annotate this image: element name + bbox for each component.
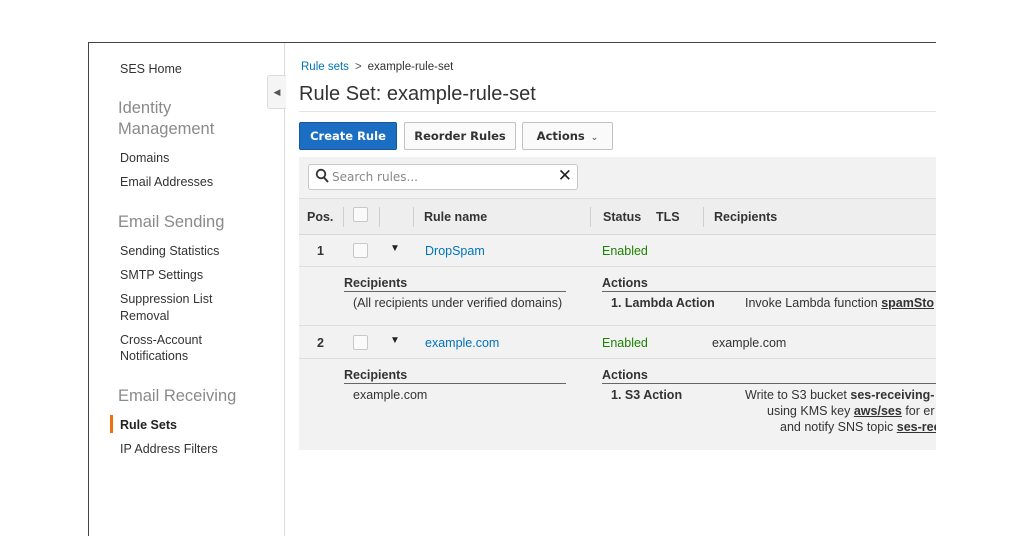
sidebar-heading-identity: Identity [118,99,172,117]
breadcrumb: Rule sets > example-rule-set [301,61,453,73]
action-text: Write to S3 bucket [745,388,847,402]
table-row[interactable]: 1 ▼ DropSpam Enabled [299,235,936,267]
search-input[interactable] [332,168,547,186]
recipients-heading: Recipients [344,276,566,292]
row-checkbox[interactable] [353,335,368,350]
action-line-1: Write to S3 bucket ses-receiving- [745,388,934,402]
expand-caret-icon[interactable]: ▼ [390,243,400,254]
recipients-summary: example.com [712,336,787,350]
create-rule-button[interactable]: Create Rule [299,122,397,150]
chevron-left-icon: ◀ [273,87,281,97]
page-title: Rule Set: example-rule-set [299,83,536,105]
column-tls[interactable]: TLS [656,210,680,224]
sidebar-item-email-addresses[interactable]: Email Addresses [120,174,213,190]
rule-detail: Recipients example.com Actions 1. S3 Act… [299,359,936,450]
s3-bucket-link[interactable]: ses-receiving- [850,388,934,402]
actions-label: Actions [536,129,585,143]
status-badge: Enabled [602,336,648,350]
column-divider [343,207,344,227]
rules-table: ✕ Pos. Rule name Status TLS Recipients 1… [299,157,936,450]
close-icon[interactable]: ✕ [558,166,572,186]
action-line-2: using KMS key aws/ses for er [767,404,935,418]
column-divider [590,207,591,227]
column-pos[interactable]: Pos. [307,210,333,224]
action-text: and notify SNS topic [780,420,894,434]
column-divider [413,207,414,227]
sns-topic-link[interactable]: ses-rece [897,420,936,434]
rule-position: 1 [317,244,324,258]
expand-caret-icon[interactable]: ▼ [390,335,400,346]
table-row[interactable]: 2 ▼ example.com Enabled example.com [299,327,936,359]
recipients-value: example.com [353,388,428,402]
column-divider [379,207,380,227]
recipients-value: (All recipients under verified domains) [353,296,563,310]
lambda-function-link[interactable]: spamSto [881,296,934,310]
actions-dropdown[interactable]: Actions ⌄ [522,122,613,150]
sidebar-heading-identity-line2: Management [118,120,215,138]
rule-position: 2 [317,336,324,350]
active-indicator [110,415,113,433]
action-name: 1. Lambda Action [611,296,715,310]
action-name: 1. S3 Action [611,388,683,402]
sidebar-heading-receiving: Email Receiving [118,387,237,405]
select-all-checkbox[interactable] [353,207,368,222]
kms-key-link[interactable]: aws/ses [854,404,902,418]
sidebar-item-cross-account[interactable]: Cross-Account [120,332,202,348]
sidebar-item-suppression-list-line2[interactable]: Removal [120,308,169,324]
reorder-rules-button[interactable]: Reorder Rules [404,122,516,150]
sidebar-item-smtp-settings[interactable]: SMTP Settings [120,267,203,283]
sidebar: SES Home Identity Management Domains Ema… [89,43,286,536]
rule-name-link[interactable]: example.com [425,336,499,350]
breadcrumb-current: example-rule-set [367,61,454,73]
column-recipients[interactable]: Recipients [714,210,777,224]
chevron-down-icon: ⌄ [590,133,599,143]
collapse-sidebar-button[interactable]: ◀ [267,75,286,109]
action-description: Invoke Lambda function spamSto [745,296,934,310]
column-status[interactable]: Status [603,210,641,224]
sidebar-item-sending-statistics[interactable]: Sending Statistics [120,243,219,259]
column-divider [703,207,704,227]
divider [299,111,936,112]
table-header: Pos. Rule name Status TLS Recipients [299,198,936,235]
actions-heading: Actions [602,368,936,384]
action-text: for er [905,404,935,418]
actions-heading: Actions [602,276,936,292]
sidebar-item-rule-sets[interactable]: Rule Sets [120,417,177,433]
rule-detail: Recipients (All recipients under verifie… [299,267,936,326]
sidebar-item-ip-address-filters[interactable]: IP Address Filters [120,441,218,457]
console-window: SES Home Identity Management Domains Ema… [88,42,936,536]
column-rule-name[interactable]: Rule name [424,210,487,224]
rule-name-link[interactable]: DropSpam [425,244,485,258]
status-badge: Enabled [602,244,648,258]
sidebar-item-domains[interactable]: Domains [120,150,169,166]
search-box[interactable]: ✕ [308,164,578,190]
recipients-heading: Recipients [344,368,566,384]
sidebar-item-cross-account-line2[interactable]: Notifications [120,348,188,364]
breadcrumb-rule-sets[interactable]: Rule sets [301,61,349,73]
row-checkbox[interactable] [353,243,368,258]
main-content: Rule sets > example-rule-set Rule Set: exa… [286,43,936,536]
sidebar-item-ses-home[interactable]: SES Home [120,61,182,77]
action-text: Invoke Lambda function [745,296,878,310]
sidebar-heading-sending: Email Sending [118,213,225,231]
action-text: using KMS key [767,404,851,418]
search-icon [315,168,329,188]
action-line-3: and notify SNS topic ses-rece [780,420,936,434]
sidebar-item-suppression-list[interactable]: Suppression List [120,291,212,307]
breadcrumb-separator: > [354,61,362,73]
